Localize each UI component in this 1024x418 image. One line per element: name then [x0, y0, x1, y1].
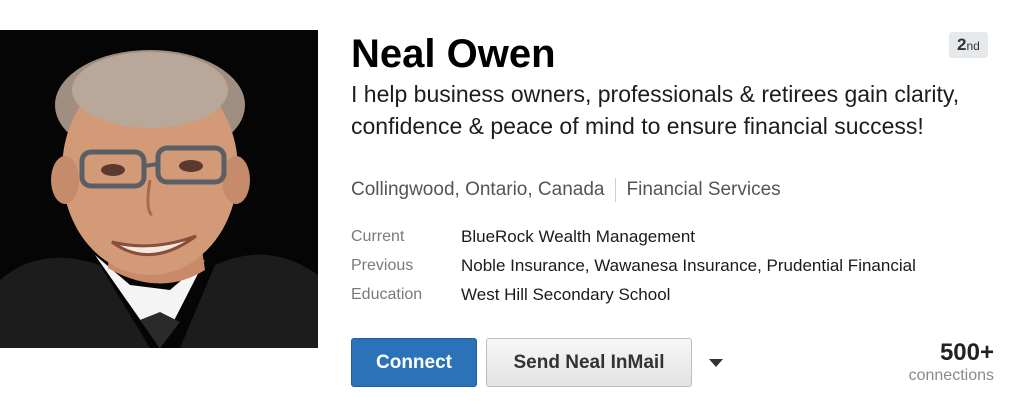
detail-value-current[interactable]: BlueRock Wealth Management — [461, 222, 695, 251]
connections-count[interactable]: 500+ — [940, 338, 994, 368]
detail-value-education[interactable]: West Hill Secondary School — [461, 280, 670, 309]
detail-value-previous[interactable]: Noble Insurance, Wawanesa Insurance, Pru… — [461, 251, 916, 280]
chevron-down-icon — [709, 359, 723, 367]
profile-headline: I help business owners, professionals & … — [351, 81, 960, 139]
more-actions-dropdown[interactable] — [706, 356, 726, 370]
profile-industry[interactable]: Financial Services — [627, 177, 781, 203]
divider — [614, 178, 616, 202]
send-inmail-button[interactable]: Send Neal InMail — [486, 338, 692, 387]
detail-row-education: Education West Hill Secondary School — [351, 280, 916, 309]
profile-location[interactable]: Collingwood, Ontario, Canada — [351, 177, 605, 203]
profile-photo-image — [0, 30, 318, 348]
detail-row-current: Current BlueRock Wealth Management — [351, 222, 916, 251]
detail-label: Education — [351, 286, 423, 303]
profile-photo[interactable] — [0, 30, 318, 348]
connection-degree-badge: 2nd — [949, 32, 988, 58]
detail-row-previous: Previous Noble Insurance, Wawanesa Insur… — [351, 251, 916, 280]
connect-button[interactable]: Connect — [351, 338, 477, 387]
connections-label: connections — [908, 367, 994, 384]
degree-suffix: nd — [966, 39, 980, 53]
detail-label: Current — [351, 228, 405, 245]
profile-name: Neal Owen — [351, 32, 556, 76]
location-industry-line: Collingwood, Ontario, Canada Financial S… — [351, 177, 781, 203]
profile-details: Current BlueRock Wealth Management Previ… — [351, 222, 916, 309]
detail-label: Previous — [351, 257, 414, 274]
